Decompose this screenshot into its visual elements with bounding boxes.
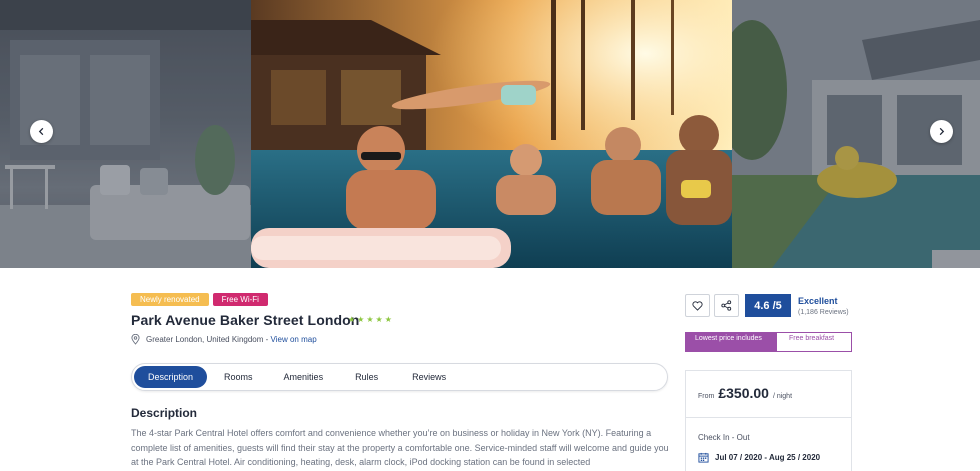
location-separator: - <box>265 335 269 344</box>
price-value: £350.00 <box>718 385 769 401</box>
price-row: From £350.00 / night <box>698 385 792 401</box>
share-button[interactable] <box>714 294 739 317</box>
date-range-picker[interactable]: Jul 07 / 2020 - Aug 25 / 2020 <box>698 452 820 463</box>
tab-amenities[interactable]: Amenities <box>284 366 324 388</box>
detail-tabs: Description Rooms Amenities Rules Review… <box>131 363 668 391</box>
price-from-label: From <box>698 393 715 400</box>
calendar-icon <box>698 452 709 463</box>
map-pin-icon <box>131 334 140 345</box>
promo-free-breakfast: Free breakfast <box>789 335 835 342</box>
review-count[interactable]: (1,186 Reviews) <box>798 309 849 316</box>
price-per-night: / night <box>772 393 793 400</box>
rating-score-badge: 4.6 /5 <box>745 294 791 317</box>
location-text: Greater London, United Kingdom - View on… <box>146 335 317 344</box>
gallery-prev-button[interactable] <box>30 120 53 143</box>
booking-card: From £350.00 / night Check In - Out Jul … <box>685 370 852 471</box>
tab-reviews[interactable]: Reviews <box>412 366 446 388</box>
view-on-map-link[interactable]: View on map <box>271 335 317 344</box>
description-heading: Description <box>131 406 198 420</box>
hotel-title: Park Avenue Baker Street London <box>131 312 360 328</box>
tag-newly-renovated: Newly renovated <box>131 293 209 306</box>
share-icon <box>721 300 732 311</box>
gallery-next-button[interactable] <box>930 120 953 143</box>
photo-gallery <box>0 0 980 268</box>
tab-description[interactable]: Description <box>134 366 208 388</box>
description-text: The 4-star Park Central Hotel offers com… <box>131 428 669 467</box>
star-icon: ★ <box>357 315 365 324</box>
check-in-out-label: Check In - Out <box>698 433 750 442</box>
wishlist-button[interactable] <box>685 294 710 317</box>
tag-free-wifi: Free Wi-Fi <box>212 293 268 306</box>
tab-rooms[interactable]: Rooms <box>224 366 253 388</box>
star-icon: ★ <box>348 315 356 324</box>
feature-tags: Newly renovated Free Wi-Fi <box>131 293 268 306</box>
promo-banner: Lowest price includes Free breakfast <box>685 332 852 352</box>
gallery-photo-pool-party <box>251 0 732 268</box>
heart-icon <box>692 300 703 311</box>
hotel-location: Greater London, United Kingdom - View on… <box>131 334 317 345</box>
booking-divider <box>686 417 851 418</box>
star-rating: ★ ★ ★ ★ ★ <box>348 316 392 324</box>
location-address: Greater London, United Kingdom <box>146 335 264 344</box>
star-icon: ★ <box>384 315 392 324</box>
star-icon: ★ <box>366 315 374 324</box>
chevron-right-icon <box>939 127 945 136</box>
chevron-left-icon <box>38 127 44 136</box>
date-range-value: Jul 07 / 2020 - Aug 25 / 2020 <box>715 453 821 462</box>
promo-lowest-price: Lowest price includes <box>686 333 777 351</box>
tab-rules[interactable]: Rules <box>355 366 378 388</box>
star-icon: ★ <box>375 315 383 324</box>
rating-label: Excellent <box>798 296 838 306</box>
